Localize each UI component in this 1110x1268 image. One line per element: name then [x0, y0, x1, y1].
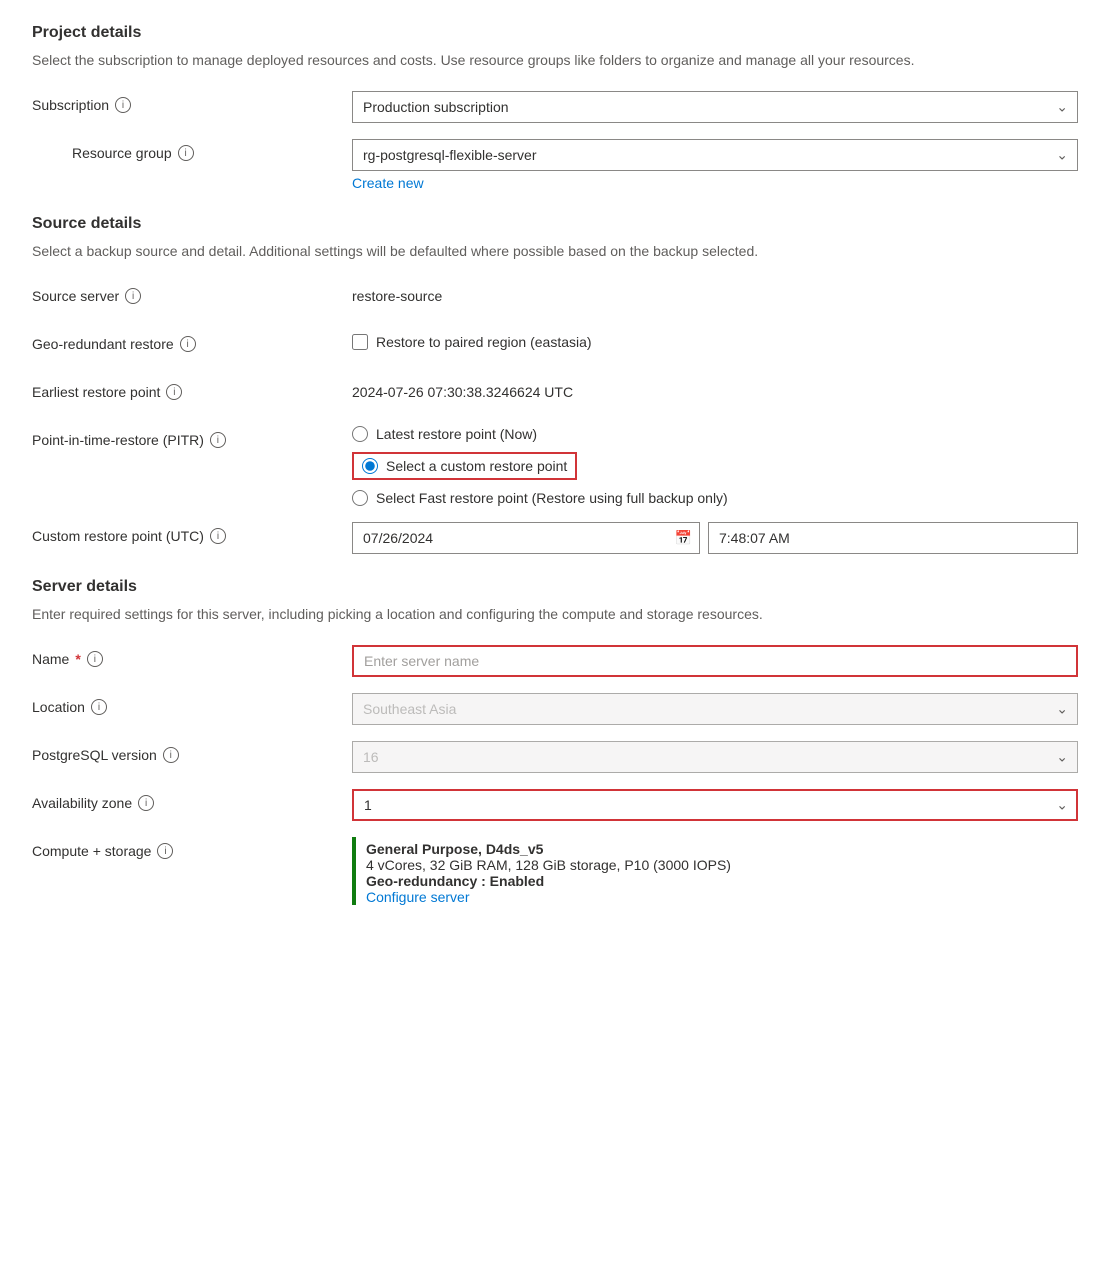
geo-redundant-checkbox[interactable]: [352, 334, 368, 350]
custom-restore-row: Custom restore point (UTC) i 📅: [32, 522, 1078, 554]
location-info-icon[interactable]: i: [91, 699, 107, 715]
custom-restore-label: Custom restore point (UTC) i: [32, 522, 352, 544]
pitr-custom-selected-box: Select a custom restore point: [352, 452, 577, 480]
create-new-link[interactable]: Create new: [352, 175, 424, 191]
pitr-option-custom[interactable]: Select a custom restore point: [352, 452, 1078, 480]
project-details-title: Project details: [32, 24, 1078, 42]
server-details-desc: Enter required settings for this server,…: [32, 604, 1078, 625]
subscription-label: Subscription i: [32, 91, 352, 113]
geo-redundant-control: Restore to paired region (eastasia): [352, 330, 1078, 350]
compute-storage-row: Compute + storage i General Purpose, D4d…: [32, 837, 1078, 905]
server-name-label: Name * i: [32, 645, 352, 667]
date-time-row: 📅: [352, 522, 1078, 554]
pitr-control: Latest restore point (Now) Select a cust…: [352, 426, 1078, 506]
earliest-restore-value: 2024-07-26 07:30:38.3246624 UTC: [352, 378, 1078, 400]
custom-restore-control: 📅: [352, 522, 1078, 554]
pitr-label: Point-in-time-restore (PITR) i: [32, 426, 352, 448]
subscription-row: Subscription i Production subscription ⌄: [32, 91, 1078, 123]
earliest-restore-info-icon[interactable]: i: [166, 384, 182, 400]
subscription-dropdown-wrapper: Production subscription ⌄: [352, 91, 1078, 123]
server-name-info-icon[interactable]: i: [87, 651, 103, 667]
source-server-row: Source server i restore-source: [32, 282, 1078, 314]
availability-zone-row: Availability zone i 1 ⌄: [32, 789, 1078, 821]
postgresql-version-row: PostgreSQL version i 16 ⌄: [32, 741, 1078, 773]
location-label: Location i: [32, 693, 352, 715]
resource-group-dropdown[interactable]: rg-postgresql-flexible-server: [352, 139, 1078, 171]
resource-group-dropdown-wrapper: rg-postgresql-flexible-server ⌄: [352, 139, 1078, 171]
custom-restore-info-icon[interactable]: i: [210, 528, 226, 544]
location-row: Location i Southeast Asia ⌄: [32, 693, 1078, 725]
geo-redundant-checkbox-wrapper: Restore to paired region (eastasia): [352, 330, 1078, 350]
postgresql-version-info-icon[interactable]: i: [163, 747, 179, 763]
source-details-desc: Select a backup source and detail. Addit…: [32, 241, 1078, 262]
date-input[interactable]: [352, 522, 700, 554]
availability-zone-info-icon[interactable]: i: [138, 795, 154, 811]
source-server-label: Source server i: [32, 282, 352, 304]
subscription-dropdown[interactable]: Production subscription: [352, 91, 1078, 123]
geo-redundant-info-icon[interactable]: i: [180, 336, 196, 352]
compute-title: General Purpose, D4ds_v5: [366, 841, 731, 857]
time-input[interactable]: [708, 522, 1078, 554]
source-server-info-icon[interactable]: i: [125, 288, 141, 304]
project-details-section: Project details Select the subscription …: [32, 24, 1078, 191]
postgresql-version-dropdown-wrapper: 16 ⌄: [352, 741, 1078, 773]
subscription-info-icon[interactable]: i: [115, 97, 131, 113]
pitr-radio-latest[interactable]: [352, 426, 368, 442]
server-name-required: *: [75, 651, 80, 667]
server-details-title: Server details: [32, 578, 1078, 596]
location-dropdown[interactable]: Southeast Asia: [352, 693, 1078, 725]
availability-zone-label: Availability zone i: [32, 789, 352, 811]
pitr-option-fast[interactable]: Select Fast restore point (Restore using…: [352, 490, 1078, 506]
location-dropdown-wrapper: Southeast Asia ⌄: [352, 693, 1078, 725]
pitr-radio-group: Latest restore point (Now) Select a cust…: [352, 426, 1078, 506]
compute-storage-control: General Purpose, D4ds_v5 4 vCores, 32 Gi…: [352, 837, 1078, 905]
postgresql-version-dropdown[interactable]: 16: [352, 741, 1078, 773]
pitr-label-fast: Select Fast restore point (Restore using…: [376, 490, 728, 506]
availability-zone-dropdown[interactable]: 1: [352, 789, 1078, 821]
resource-group-info-icon[interactable]: i: [178, 145, 194, 161]
server-name-input[interactable]: [352, 645, 1078, 677]
pitr-row: Point-in-time-restore (PITR) i Latest re…: [32, 426, 1078, 506]
compute-detail: 4 vCores, 32 GiB RAM, 128 GiB storage, P…: [366, 857, 731, 873]
availability-zone-dropdown-wrapper: 1 ⌄: [352, 789, 1078, 821]
source-details-section: Source details Select a backup source an…: [32, 215, 1078, 554]
resource-group-control: rg-postgresql-flexible-server ⌄ Create n…: [352, 139, 1078, 191]
pitr-radio-custom[interactable]: [362, 458, 378, 474]
project-details-desc: Select the subscription to manage deploy…: [32, 50, 1078, 71]
geo-redundant-checkbox-label: Restore to paired region (eastasia): [376, 334, 592, 350]
pitr-radio-fast[interactable]: [352, 490, 368, 506]
server-name-control: [352, 645, 1078, 677]
source-server-value: restore-source: [352, 282, 1078, 304]
date-input-wrapper: 📅: [352, 522, 700, 554]
pitr-label-custom: Select a custom restore point: [386, 458, 567, 474]
earliest-restore-label: Earliest restore point i: [32, 378, 352, 400]
pitr-info-icon[interactable]: i: [210, 432, 226, 448]
server-details-section: Server details Enter required settings f…: [32, 578, 1078, 905]
source-details-title: Source details: [32, 215, 1078, 233]
geo-redundant-label: Geo-redundant restore i: [32, 330, 352, 352]
compute-row: General Purpose, D4ds_v5 4 vCores, 32 Gi…: [352, 837, 1078, 905]
compute-green-bar: [352, 837, 356, 905]
earliest-restore-row: Earliest restore point i 2024-07-26 07:3…: [32, 378, 1078, 410]
resource-group-row: Resource group i rg-postgresql-flexible-…: [32, 139, 1078, 191]
compute-storage-info-icon[interactable]: i: [157, 843, 173, 859]
server-name-row: Name * i: [32, 645, 1078, 677]
resource-group-label: Resource group i: [32, 139, 352, 161]
geo-redundant-row: Geo-redundant restore i Restore to paire…: [32, 330, 1078, 362]
pitr-option-latest[interactable]: Latest restore point (Now): [352, 426, 1078, 442]
compute-storage-label: Compute + storage i: [32, 837, 352, 859]
pitr-label-latest: Latest restore point (Now): [376, 426, 537, 442]
compute-info: General Purpose, D4ds_v5 4 vCores, 32 Gi…: [366, 837, 731, 905]
compute-geo: Geo-redundancy : Enabled: [366, 873, 731, 889]
configure-server-link[interactable]: Configure server: [366, 889, 470, 905]
postgresql-version-label: PostgreSQL version i: [32, 741, 352, 763]
